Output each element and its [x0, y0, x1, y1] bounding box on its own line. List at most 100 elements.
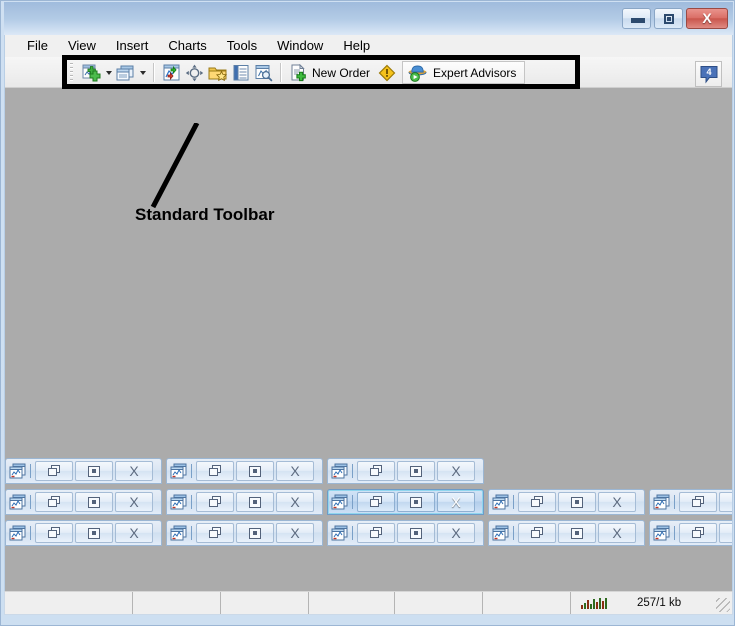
new-chart-dropdown-caret[interactable]: [103, 62, 114, 84]
minimized-window-close-button[interactable]: X: [437, 523, 475, 543]
minimized-window[interactable]: X: [166, 458, 323, 484]
minimized-window-maximize-button[interactable]: [397, 461, 435, 481]
minimized-window-maximize-button[interactable]: [236, 492, 274, 512]
close-icon: X: [451, 495, 460, 509]
window-icon-divider: [513, 526, 514, 540]
minimized-window[interactable]: X: [327, 520, 484, 546]
restore-icon: [370, 496, 383, 508]
minimized-window-close-button[interactable]: X: [276, 461, 314, 481]
menu-item-tools[interactable]: Tools: [217, 36, 267, 56]
minimized-window-maximize-button[interactable]: [236, 461, 274, 481]
minimized-window-close-button[interactable]: X: [276, 523, 314, 543]
window-icon-divider: [30, 464, 31, 478]
maximize-icon: [410, 466, 422, 477]
minimized-window-restore-button[interactable]: [518, 492, 556, 512]
minimize-button[interactable]: [622, 8, 651, 29]
minimized-window-maximize-button[interactable]: [75, 492, 113, 512]
window-icon-divider: [30, 495, 31, 509]
minimized-window-restore-button[interactable]: [357, 523, 395, 543]
minimized-window-restore-button[interactable]: [518, 523, 556, 543]
minimized-window-restore-button[interactable]: [35, 492, 73, 512]
toolbar-separator: [280, 63, 282, 82]
minimized-window-maximize-button[interactable]: [397, 523, 435, 543]
notifications-button[interactable]: 4: [695, 61, 722, 87]
minimized-window-maximize-button[interactable]: [558, 523, 596, 543]
status-pane-5: [483, 592, 571, 614]
minimized-window-close-button[interactable]: X: [276, 492, 314, 512]
maximize-icon: [664, 14, 674, 24]
zoom-history-button[interactable]: [252, 62, 275, 84]
minimized-window-close-button[interactable]: X: [598, 523, 636, 543]
menu-bar: File View Insert Charts Tools Window Hel…: [5, 35, 732, 57]
minimized-window-maximize-button[interactable]: [558, 492, 596, 512]
maximize-icon: [410, 528, 422, 539]
minimized-window[interactable]: X: [488, 520, 645, 546]
minimized-window-close-button[interactable]: X: [437, 492, 475, 512]
minimized-window-restore-button[interactable]: [357, 461, 395, 481]
minimized-window-close-button[interactable]: X: [115, 523, 153, 543]
menu-item-window[interactable]: Window: [267, 36, 333, 56]
minimized-window-maximize-button[interactable]: [75, 523, 113, 543]
minimized-window-active[interactable]: X: [327, 489, 484, 515]
chart-window-icon: [8, 523, 28, 543]
minimized-window-maximize-button[interactable]: [75, 461, 113, 481]
close-button[interactable]: X: [686, 8, 728, 29]
minimized-window[interactable]: X: [166, 520, 323, 546]
chat-bubble-icon: 4: [699, 65, 719, 84]
minimized-window-restore-button[interactable]: [679, 492, 717, 512]
menu-item-file[interactable]: File: [17, 36, 58, 56]
minimized-window[interactable]: X: [327, 458, 484, 484]
minimized-window-maximize-button[interactable]: [236, 523, 274, 543]
menu-item-charts[interactable]: Charts: [158, 36, 216, 56]
minimized-window-close-button[interactable]: X: [115, 492, 153, 512]
chart-window-icon: [8, 461, 28, 481]
minimized-window-close-button[interactable]: X: [598, 492, 636, 512]
resize-grip[interactable]: [716, 598, 730, 612]
expert-advisors-button[interactable]: Expert Advisors: [402, 61, 525, 84]
minimized-window-restore-button[interactable]: [35, 523, 73, 543]
indicators-button[interactable]: [160, 62, 183, 84]
data-window-button[interactable]: [229, 62, 252, 84]
restore-icon: [209, 527, 222, 539]
new-order-icon: [289, 64, 308, 82]
minimized-window-restore-button[interactable]: [679, 523, 717, 543]
toolbar-grip-handle[interactable]: [69, 63, 76, 83]
minimized-window[interactable]: X: [5, 520, 162, 546]
window-icon-divider: [30, 526, 31, 540]
minimized-window-maximize-button[interactable]: [397, 492, 435, 512]
window-client-area: File View Insert Charts Tools Window Hel…: [4, 35, 733, 591]
restore-icon: [692, 496, 705, 508]
minimized-window-close-button[interactable]: X: [115, 461, 153, 481]
minimized-window[interactable]: X: [5, 458, 162, 484]
restore-icon: [370, 465, 383, 477]
new-chart-icon: [82, 64, 102, 82]
crosshair-button[interactable]: [183, 62, 206, 84]
profiles-button[interactable]: [114, 62, 137, 84]
minimized-window[interactable]: X: [166, 489, 323, 515]
alert-warning-button[interactable]: [375, 62, 398, 84]
profiles-dropdown-caret[interactable]: [137, 62, 148, 84]
maximize-button[interactable]: [654, 8, 683, 29]
menu-item-view[interactable]: View: [58, 36, 106, 56]
minimized-window-maximize-button[interactable]: [719, 523, 732, 543]
menu-item-help[interactable]: Help: [333, 36, 380, 56]
new-order-button[interactable]: New Order: [287, 62, 375, 84]
minimized-window-restore-button[interactable]: [357, 492, 395, 512]
minimized-window[interactable]: X: [488, 489, 645, 515]
minimized-window-restore-button[interactable]: [196, 523, 234, 543]
minimized-window[interactable]: X: [5, 489, 162, 515]
status-traffic-pane: [571, 592, 631, 614]
minimized-window-restore-button[interactable]: [35, 461, 73, 481]
menu-item-insert[interactable]: Insert: [106, 36, 159, 56]
minimized-window-restore-button[interactable]: [196, 461, 234, 481]
close-icon: X: [129, 526, 138, 540]
minimized-window-close-button[interactable]: X: [437, 461, 475, 481]
minimized-window[interactable]: X: [649, 520, 732, 546]
chart-window-icon: [330, 461, 350, 481]
templates-button[interactable]: [206, 62, 229, 84]
maximize-icon: [571, 528, 583, 539]
minimized-window[interactable]: X: [649, 489, 732, 515]
minimized-window-restore-button[interactable]: [196, 492, 234, 512]
new-chart-button[interactable]: [80, 62, 103, 84]
minimized-window-maximize-button[interactable]: [719, 492, 732, 512]
